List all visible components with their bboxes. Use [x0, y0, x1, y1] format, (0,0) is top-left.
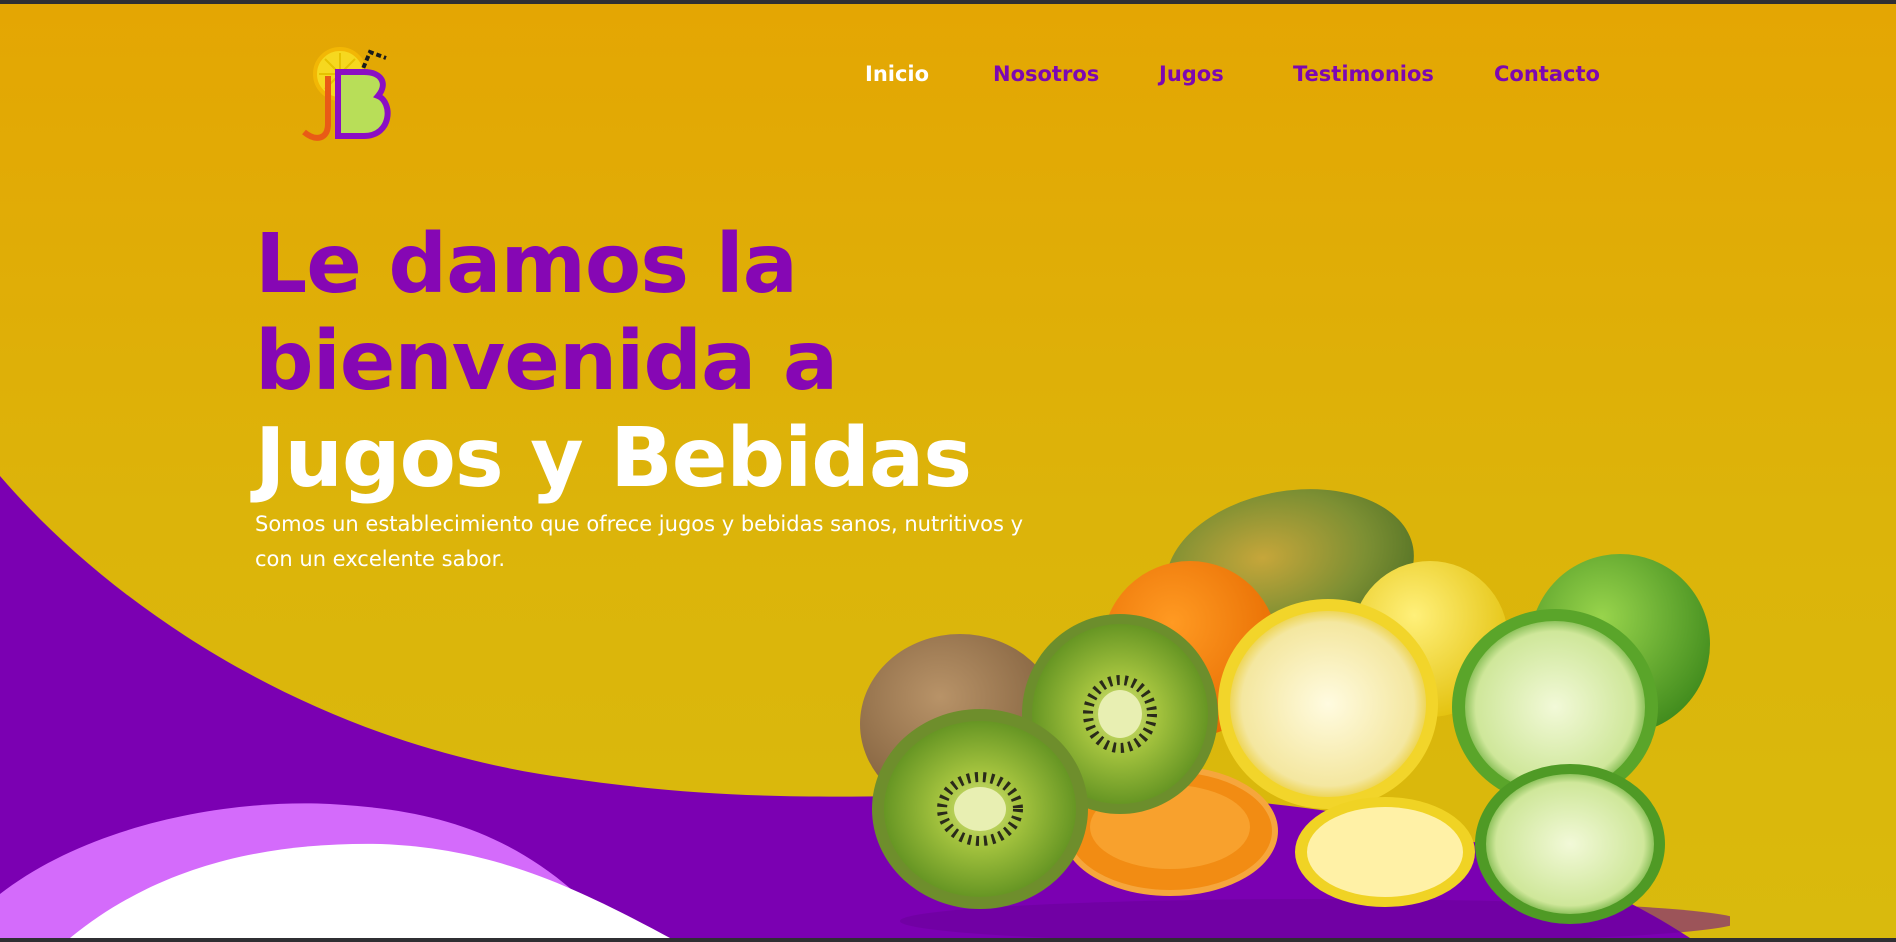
nav-link-nosotros[interactable]: Nosotros: [993, 62, 1099, 86]
hero-title-line-2: bienvenida a: [255, 314, 838, 409]
hero-section: Inicio Nosotros Jugos Testimonios Contac…: [0, 4, 1896, 938]
nav-link-testimonios[interactable]: Testimonios: [1293, 62, 1434, 86]
nav-link-inicio[interactable]: Inicio: [865, 62, 929, 86]
fruits-image: [860, 489, 1730, 938]
nav-link-contacto[interactable]: Contacto: [1494, 62, 1600, 86]
nav-link-jugos[interactable]: Jugos: [1159, 62, 1224, 86]
hero-title-line-1: Le damos la: [255, 217, 798, 312]
main-nav: Inicio Nosotros Jugos Testimonios Contac…: [0, 62, 1896, 102]
